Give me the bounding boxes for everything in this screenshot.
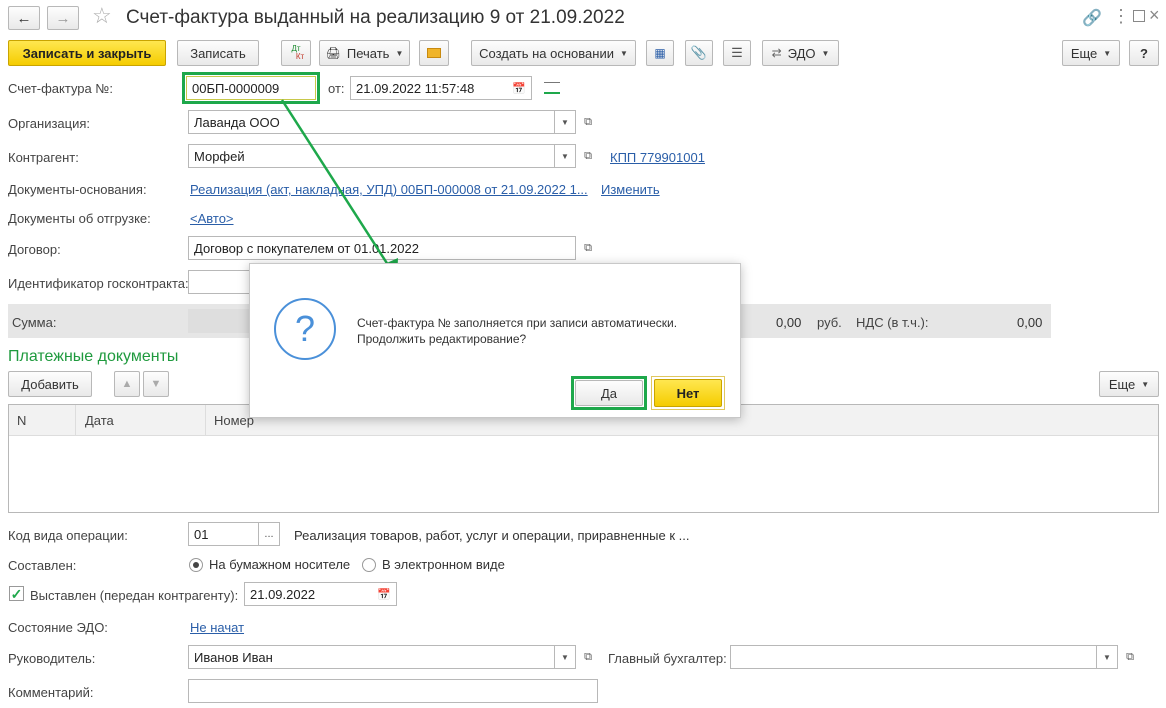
dialog-message-line1: Счет-фактура № заполняется при записи ав… [357, 316, 678, 330]
question-icon: ? [274, 298, 336, 360]
yes-button[interactable]: Да [575, 380, 643, 406]
confirm-dialog: ? Счет-фактура № заполняется при записи … [249, 263, 741, 418]
dialog-message-line2: Продолжить редактирование? [357, 332, 527, 346]
no-button[interactable]: Нет [654, 379, 722, 407]
